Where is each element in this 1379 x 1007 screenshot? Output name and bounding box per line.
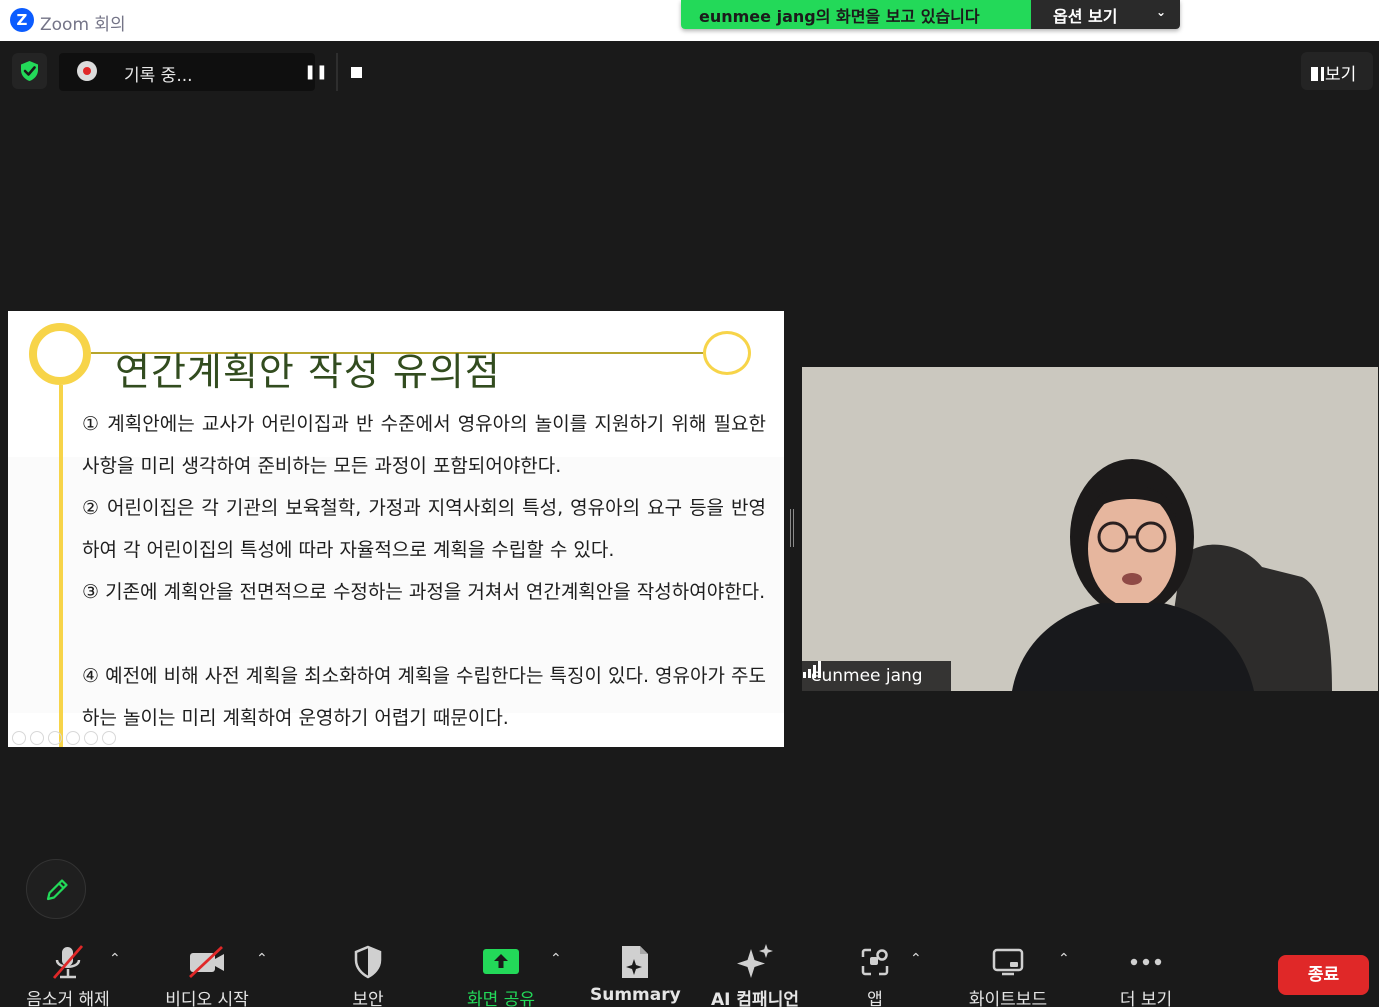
participant-name: eunmee jang xyxy=(811,666,923,686)
participant-video[interactable]: eunmee jang xyxy=(802,367,1378,691)
view-layout-icon xyxy=(1311,67,1321,81)
share-banner-text: eunmee jang의 화면을 보고 있습니다 xyxy=(681,0,1031,29)
slide-controls xyxy=(12,731,116,745)
slide-zoom-icon[interactable] xyxy=(84,731,98,745)
unmute-button[interactable]: 음소거 해제 xyxy=(14,941,122,1007)
video-options-caret[interactable]: ⌃ xyxy=(256,951,268,967)
pause-recording-button[interactable]: ❚❚ xyxy=(295,53,337,91)
more-button[interactable]: 더 보기 xyxy=(1106,941,1186,1007)
security-label: 보안 xyxy=(352,990,384,1007)
share-screen-button[interactable]: 화면 공유 xyxy=(452,941,550,1007)
recording-label: 기록 중... xyxy=(124,66,193,86)
slide-next-icon[interactable] xyxy=(30,731,44,745)
summary-label: Summary xyxy=(590,985,681,1005)
shared-screen-slide: 연간계획안 작성 유의점 ① 계획안에는 교사가 어린이집과 반 수준에서 영유… xyxy=(8,311,784,747)
slide-prev-icon[interactable] xyxy=(12,731,26,745)
apps-label: 앱 xyxy=(867,990,883,1007)
share-screen-icon xyxy=(483,949,519,974)
signal-strength-icon xyxy=(803,661,821,678)
share-banner: eunmee jang의 화면을 보고 있습니다 옵션 보기 ⌄ xyxy=(681,0,1180,29)
sparkle-icon xyxy=(737,944,773,978)
record-dot-icon xyxy=(77,61,97,81)
slide-paragraph-3: ③ 기존에 계획안을 전면적으로 수정하는 과정을 거쳐서 연간계획안을 작성하… xyxy=(82,581,766,603)
start-video-button[interactable]: 비디오 시작 xyxy=(154,941,260,1007)
ai-companion-button[interactable]: AI 컴패니언 xyxy=(704,941,806,1007)
slide-paragraph-4: ④ 예전에 비해 사전 계획을 최소화하여 계획을 수립한다는 특징이 있다. … xyxy=(82,665,766,729)
view-options-label: 옵션 보기 xyxy=(1053,7,1118,26)
apps-options-caret[interactable]: ⌃ xyxy=(910,951,922,967)
shield-icon xyxy=(354,945,382,979)
title-bar: Z Zoom 회의 eunmee jang의 화면을 보고 있습니다 옵션 보기… xyxy=(0,0,1379,41)
slide-ring-right xyxy=(703,331,751,375)
whiteboard-options-caret[interactable]: ⌃ xyxy=(1058,951,1070,967)
security-button[interactable]: 보안 xyxy=(328,941,408,1007)
view-options-button[interactable]: 옵션 보기 ⌄ xyxy=(1031,0,1180,29)
stop-icon xyxy=(351,66,362,78)
ai-companion-label: AI 컴패니언 xyxy=(711,990,799,1007)
share-options-caret[interactable]: ⌃ xyxy=(550,951,562,967)
slide-pen-icon[interactable] xyxy=(48,731,62,745)
stop-recording-button[interactable] xyxy=(338,53,375,91)
audio-options-caret[interactable]: ⌃ xyxy=(109,951,121,967)
summary-document-icon xyxy=(622,946,648,978)
slide-paragraph-1: ① 계획안에는 교사가 어린이집과 반 수준에서 영유아의 놀이를 지원하기 위… xyxy=(82,413,766,477)
view-button-label: 보기 xyxy=(1325,65,1357,85)
pencil-icon xyxy=(46,879,68,901)
more-dots-icon xyxy=(1130,958,1162,966)
whiteboard-icon xyxy=(992,948,1024,976)
share-screen-label: 화면 공유 xyxy=(467,990,535,1007)
slide-side-rule xyxy=(59,385,63,747)
view-button[interactable]: 보기 xyxy=(1301,52,1373,90)
apps-icon xyxy=(861,948,889,976)
whiteboard-label: 화이트보드 xyxy=(968,990,1048,1007)
zoom-logo-icon: Z xyxy=(10,8,34,32)
annotate-button[interactable] xyxy=(26,859,86,919)
security-status-button[interactable] xyxy=(12,53,47,89)
end-meeting-button[interactable]: 종료 xyxy=(1278,955,1369,995)
slide-paragraph-2: ② 어린이집은 각 기관의 보육철학, 가정과 지역사회의 특성, 영유아의 요… xyxy=(82,497,766,561)
slide-ring-left xyxy=(29,323,91,385)
pause-icon: ❚❚ xyxy=(304,64,328,80)
slide-more-icon[interactable] xyxy=(102,731,116,745)
panel-resize-handle[interactable] xyxy=(790,509,794,547)
microphone-muted-icon xyxy=(52,945,84,979)
slide-grid-icon[interactable] xyxy=(66,731,80,745)
summary-button[interactable]: Summary xyxy=(590,941,681,1005)
slide-title: 연간계획안 작성 유의점 xyxy=(115,350,501,394)
window-title: Zoom 회의 xyxy=(40,15,126,35)
start-video-label: 비디오 시작 xyxy=(165,990,249,1007)
participant-name-tag: eunmee jang xyxy=(802,661,951,691)
participant-video-feed xyxy=(802,367,1378,691)
apps-button[interactable]: 앱 xyxy=(848,941,902,1007)
unmute-label: 음소거 해제 xyxy=(26,990,110,1007)
chevron-down-icon: ⌄ xyxy=(1155,5,1166,19)
more-label: 더 보기 xyxy=(1119,990,1173,1007)
recording-indicator: 기록 중... ❚❚ xyxy=(59,53,362,91)
whiteboard-button[interactable]: 화이트보드 xyxy=(956,941,1060,1007)
shield-check-icon xyxy=(21,61,38,81)
camera-off-icon xyxy=(189,945,224,979)
